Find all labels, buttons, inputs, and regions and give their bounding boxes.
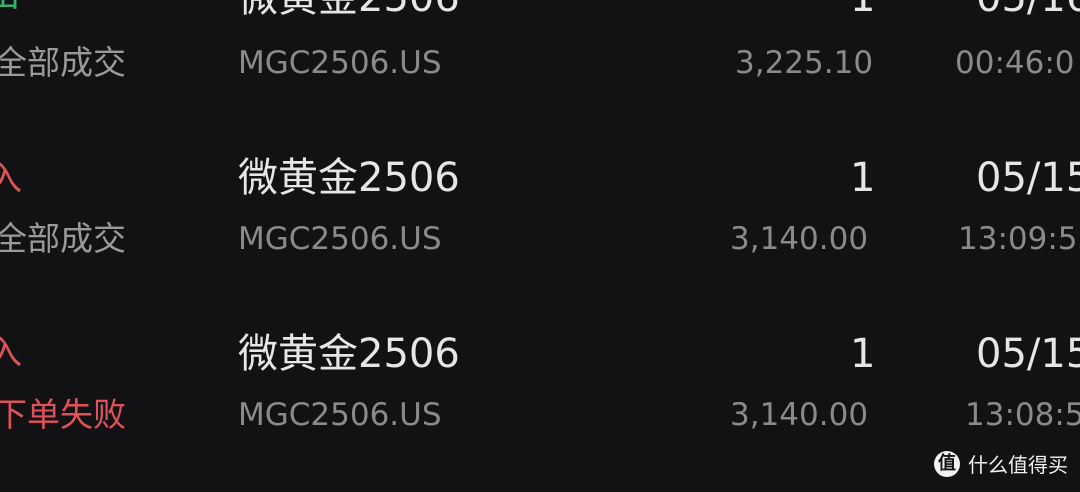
contract-name: 微黄金2506 bbox=[238, 155, 460, 201]
watermark-text: 什么值得买 bbox=[968, 453, 1068, 477]
order-time: 13:09:55 bbox=[958, 221, 1080, 257]
order-side-label: 入 bbox=[0, 333, 22, 373]
order-side-label: 出 bbox=[0, 0, 20, 12]
smzdm-logo-icon: 值 bbox=[934, 450, 960, 477]
contract-ticker: MGC2506.US bbox=[238, 221, 442, 257]
watermark: 值 什么值得买 bbox=[934, 449, 1068, 478]
order-time: 00:46:0 bbox=[955, 45, 1075, 81]
order-date: 05/15 bbox=[976, 155, 1080, 201]
order-quantity: 1 bbox=[850, 331, 876, 377]
order-date: 05/15 bbox=[976, 331, 1080, 377]
order-time: 13:08:5 bbox=[965, 397, 1080, 433]
contract-ticker: MGC2506.US bbox=[238, 45, 442, 81]
order-status: 全部成交 bbox=[0, 219, 126, 258]
order-date: 05/16 bbox=[976, 0, 1080, 18]
order-price: 3,140.00 bbox=[730, 397, 869, 433]
contract-name: 微黄金2506 bbox=[238, 331, 460, 377]
order-price: 3,140.00 bbox=[730, 221, 869, 257]
order-quantity: 1 bbox=[850, 155, 876, 201]
contract-ticker: MGC2506.US bbox=[238, 397, 442, 433]
order-status: 下单失败 bbox=[0, 395, 126, 434]
order-side-label: 入 bbox=[0, 159, 22, 199]
order-status: 全部成交 bbox=[0, 43, 126, 82]
order-history-screen: 出 微黄金2506 1 05/16 全部成交 MGC2506.US 3,225.… bbox=[0, 0, 1080, 492]
order-price: 3,225.10 bbox=[735, 45, 874, 81]
contract-name: 微黄金2506 bbox=[238, 0, 460, 18]
order-quantity: 1 bbox=[850, 0, 875, 18]
